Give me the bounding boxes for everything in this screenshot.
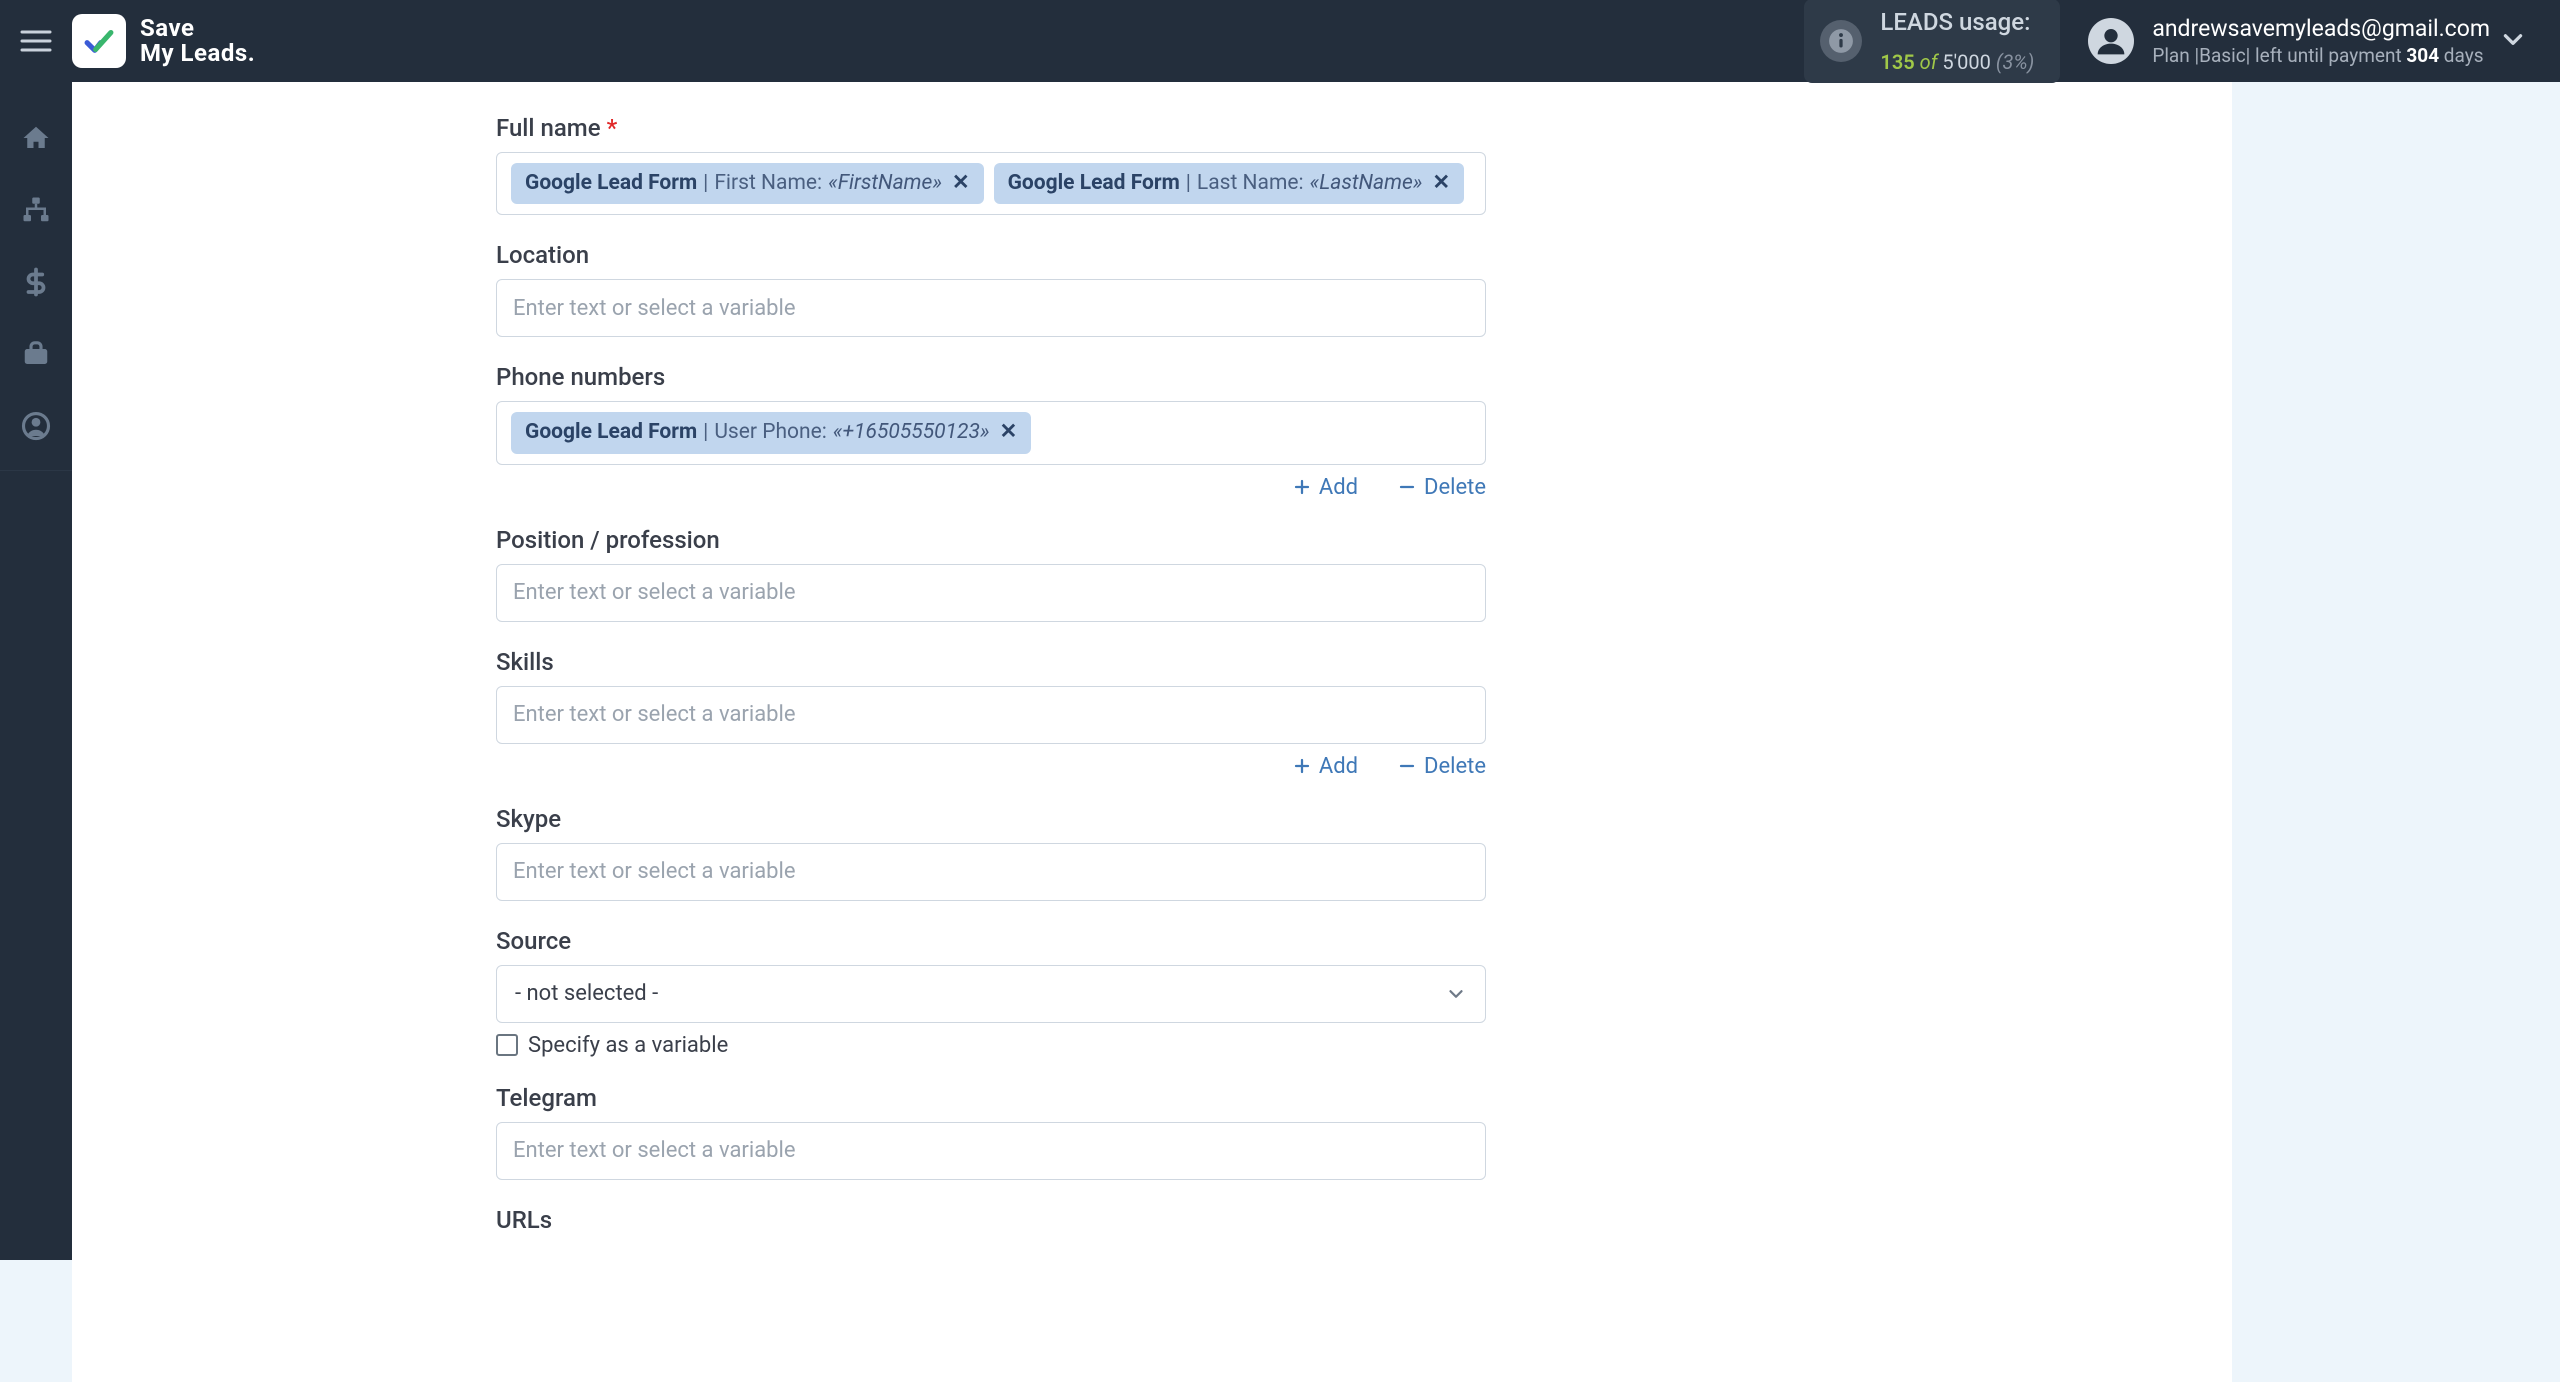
app-name: Save My Leads. bbox=[140, 16, 255, 66]
skills-actions: Add Delete bbox=[496, 754, 1486, 779]
chip-remove-icon[interactable]: ✕ bbox=[1000, 418, 1018, 447]
label-skype: Skype bbox=[496, 805, 1486, 833]
label-source: Source bbox=[496, 927, 1486, 955]
field-telegram: Telegram Enter text or select a variable bbox=[496, 1084, 1486, 1180]
chevron-down-icon bbox=[1445, 983, 1467, 1005]
add-skill-button[interactable]: Add bbox=[1293, 754, 1358, 779]
phone-actions: Add Delete bbox=[496, 475, 1486, 500]
field-skype: Skype Enter text or select a variable bbox=[496, 805, 1486, 901]
input-location[interactable]: Enter text or select a variable bbox=[496, 279, 1486, 337]
info-icon bbox=[1820, 20, 1862, 62]
field-position: Position / profession Enter text or sele… bbox=[496, 526, 1486, 622]
add-phone-button[interactable]: Add bbox=[1293, 475, 1358, 500]
label-position: Position / profession bbox=[496, 526, 1486, 554]
nav-billing[interactable] bbox=[0, 250, 72, 314]
label-specify-variable: Specify as a variable bbox=[528, 1033, 728, 1058]
label-full-name: Full name* bbox=[496, 114, 1486, 142]
select-source[interactable]: - not selected - bbox=[496, 965, 1486, 1023]
chip-last-name[interactable]: Google Lead Form | Last Name: «LastName»… bbox=[994, 163, 1464, 204]
avatar-icon bbox=[2088, 18, 2134, 64]
account-block[interactable]: andrewsavemyleads@gmail.com Plan |Basic|… bbox=[2088, 15, 2490, 68]
account-info: andrewsavemyleads@gmail.com Plan |Basic|… bbox=[2152, 15, 2490, 68]
input-position[interactable]: Enter text or select a variable bbox=[496, 564, 1486, 622]
nav-home[interactable] bbox=[0, 106, 72, 170]
source-specify-row: Specify as a variable bbox=[496, 1033, 1486, 1058]
field-phone: Phone numbers Google Lead Form | User Ph… bbox=[496, 363, 1486, 499]
left-nav-rail bbox=[0, 82, 72, 1260]
label-phone: Phone numbers bbox=[496, 363, 1486, 391]
field-urls: URLs bbox=[496, 1206, 1486, 1234]
field-skills: Skills Enter text or select a variable A… bbox=[496, 648, 1486, 779]
usage-text: LEADS usage: 135 of 5'000 (3%) bbox=[1880, 7, 2034, 74]
input-full-name[interactable]: Google Lead Form | First Name: «FirstNam… bbox=[496, 152, 1486, 215]
label-urls: URLs bbox=[496, 1206, 1486, 1234]
field-full-name: Full name* Google Lead Form | First Name… bbox=[496, 114, 1486, 215]
input-telegram[interactable]: Enter text or select a variable bbox=[496, 1122, 1486, 1180]
topbar: Save My Leads. LEADS usage: 135 of 5'000… bbox=[0, 0, 2560, 82]
label-skills: Skills bbox=[496, 648, 1486, 676]
input-skype[interactable]: Enter text or select a variable bbox=[496, 843, 1486, 901]
nav-profile[interactable] bbox=[0, 394, 72, 458]
nav-toolbox[interactable] bbox=[0, 322, 72, 386]
label-location: Location bbox=[496, 241, 1486, 269]
lead-form: Full name* Google Lead Form | First Name… bbox=[496, 82, 1486, 1234]
app-logo[interactable]: Save My Leads. bbox=[72, 14, 255, 68]
chip-first-name[interactable]: Google Lead Form | First Name: «FirstNam… bbox=[511, 163, 984, 204]
chip-remove-icon[interactable]: ✕ bbox=[1432, 169, 1450, 198]
delete-skill-button[interactable]: Delete bbox=[1398, 754, 1486, 779]
account-menu-chevron[interactable] bbox=[2490, 26, 2536, 56]
field-source: Source - not selected - Specify as a var… bbox=[496, 927, 1486, 1058]
label-telegram: Telegram bbox=[496, 1084, 1486, 1112]
chip-remove-icon[interactable]: ✕ bbox=[952, 169, 970, 198]
nav-connections[interactable] bbox=[0, 178, 72, 242]
input-skills[interactable]: Enter text or select a variable bbox=[496, 686, 1486, 744]
form-card: Full name* Google Lead Form | First Name… bbox=[72, 82, 2232, 1382]
menu-toggle-button[interactable] bbox=[0, 0, 72, 82]
input-phone[interactable]: Google Lead Form | User Phone: «+1650555… bbox=[496, 401, 1486, 464]
checkbox-specify-variable[interactable] bbox=[496, 1034, 518, 1056]
logo-badge-icon bbox=[72, 14, 126, 68]
page: Full name* Google Lead Form | First Name… bbox=[72, 0, 2560, 1382]
leads-usage-box[interactable]: LEADS usage: 135 of 5'000 (3%) bbox=[1804, 0, 2060, 83]
field-location: Location Enter text or select a variable bbox=[496, 241, 1486, 337]
delete-phone-button[interactable]: Delete bbox=[1398, 475, 1486, 500]
chip-phone[interactable]: Google Lead Form | User Phone: «+1650555… bbox=[511, 412, 1031, 453]
